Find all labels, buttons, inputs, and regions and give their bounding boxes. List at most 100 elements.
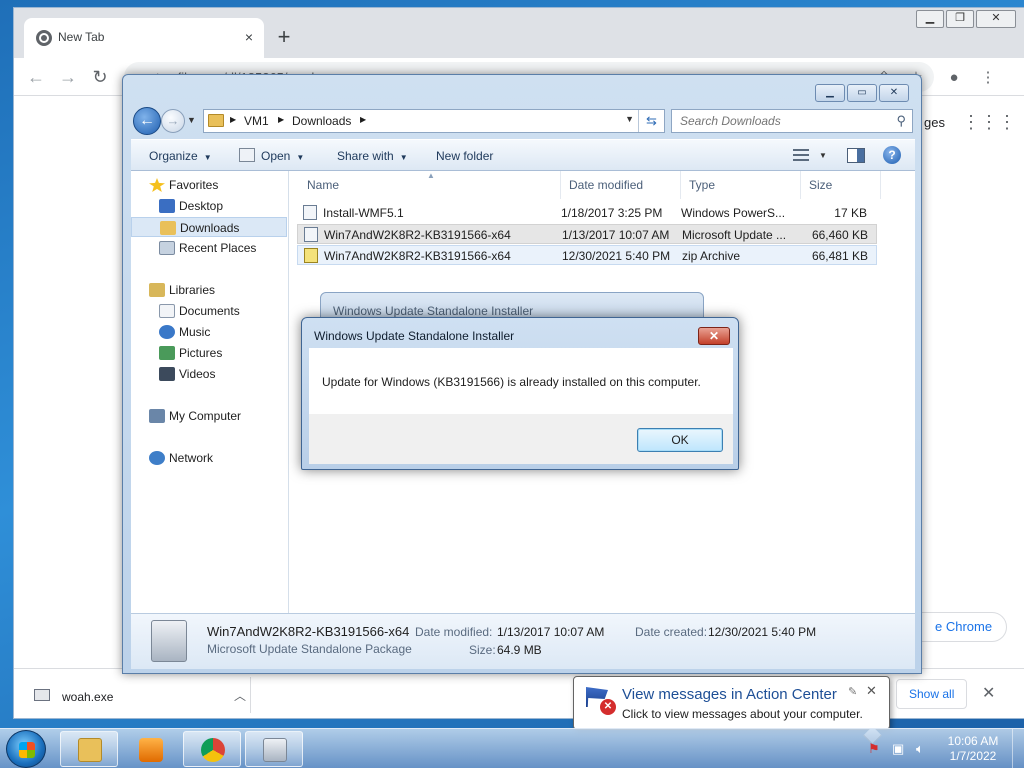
folder-icon bbox=[78, 738, 102, 762]
details-date-modified-label: Date modified: bbox=[415, 625, 493, 639]
volume-tray-icon[interactable]: 🔈︎ bbox=[916, 741, 924, 757]
media-player-icon bbox=[139, 738, 163, 762]
nav-videos[interactable]: Videos bbox=[157, 364, 215, 384]
forward-icon[interactable]: → bbox=[56, 66, 80, 90]
music-note-icon bbox=[159, 325, 175, 339]
taskbar-installer-button[interactable] bbox=[245, 731, 303, 767]
star-icon bbox=[149, 178, 165, 192]
menu-kebab-icon[interactable]: ⋮ bbox=[978, 68, 998, 88]
address-dropdown-icon[interactable]: ▼ bbox=[625, 114, 634, 124]
open-button[interactable]: Open ▼ bbox=[261, 149, 304, 163]
navigation-pane: Favorites Desktop Downloads Recent Place… bbox=[131, 171, 289, 613]
taskbar-clock[interactable]: 10:06 AM 1/7/2022 bbox=[940, 734, 1006, 764]
notification-title[interactable]: View messages in Action Center bbox=[622, 686, 837, 703]
dialog-message: Update for Windows (KB3191566) is alread… bbox=[322, 375, 701, 389]
notification-close-icon[interactable]: ✕ bbox=[866, 683, 877, 699]
new-folder-button[interactable]: New folder bbox=[436, 149, 493, 163]
download-item[interactable]: woah.exe ︿ bbox=[28, 679, 250, 711]
chrome-icon bbox=[201, 738, 225, 762]
nav-downloads[interactable]: Downloads bbox=[131, 217, 287, 237]
breadcrumb-vm1[interactable]: VM1 bbox=[244, 114, 269, 128]
column-header-type[interactable]: Type bbox=[681, 171, 801, 199]
search-input[interactable] bbox=[672, 110, 882, 132]
refresh-icon[interactable]: ⇆ bbox=[638, 110, 664, 132]
file-date: 1/13/2017 10:07 AM bbox=[562, 228, 670, 242]
help-icon[interactable]: ? bbox=[883, 146, 901, 164]
installer-window-title: Windows Update Standalone Installer bbox=[333, 304, 534, 318]
command-bar: Organize ▼ Open ▼ Share with ▼ New folder ▼… bbox=[131, 139, 915, 171]
network-tray-icon[interactable]: ▣ bbox=[892, 741, 904, 757]
explorer-address-bar[interactable]: ▶ VM1 ▶ Downloads ▶ ▼ ⇆ bbox=[203, 109, 665, 133]
dialog-title: Windows Update Standalone Installer bbox=[314, 329, 515, 343]
nav-pictures[interactable]: Pictures bbox=[157, 343, 222, 363]
show-desktop-button[interactable] bbox=[1012, 729, 1024, 768]
dialog-body: Update for Windows (KB3191566) is alread… bbox=[309, 348, 733, 414]
views-dropdown-icon[interactable]: ▼ bbox=[819, 151, 827, 160]
preview-pane-icon[interactable] bbox=[847, 148, 865, 163]
action-center-tray-icon[interactable]: ⚑ bbox=[868, 741, 880, 757]
column-header-date-modified[interactable]: Date modified bbox=[561, 171, 681, 199]
clock-date: 1/7/2022 bbox=[949, 749, 997, 763]
nav-music[interactable]: Music bbox=[157, 322, 210, 342]
nav-recent-places[interactable]: Recent Places bbox=[157, 238, 256, 258]
back-icon[interactable]: ← bbox=[24, 66, 48, 90]
minimize-button[interactable]: ▁ bbox=[916, 10, 944, 28]
new-tab-button[interactable]: + bbox=[270, 24, 298, 52]
nav-libraries[interactable]: Libraries bbox=[147, 280, 215, 300]
back-arrow-icon[interactable]: ← bbox=[133, 107, 161, 135]
recent-pages-dropdown-icon[interactable]: ▼ bbox=[187, 115, 196, 125]
installer-dialog: Windows Update Standalone Installer ✕ Up… bbox=[301, 317, 739, 470]
file-row[interactable]: Install-WMF5.1 1/18/2017 3:25 PM Windows… bbox=[297, 203, 877, 223]
nav-documents[interactable]: Documents bbox=[157, 301, 240, 321]
dialog-close-button[interactable]: ✕ bbox=[698, 327, 730, 345]
chevron-up-icon[interactable]: ︿ bbox=[234, 687, 246, 704]
taskbar-media-player-button[interactable] bbox=[121, 731, 179, 767]
close-download-bar-icon[interactable]: ✕ bbox=[982, 683, 995, 703]
tab-close-icon[interactable]: × bbox=[238, 26, 260, 48]
share-with-button[interactable]: Share with ▼ bbox=[337, 149, 408, 163]
explorer-close-button[interactable]: ✕ bbox=[879, 84, 909, 102]
nav-my-computer[interactable]: My Computer bbox=[147, 406, 241, 426]
error-badge-icon: ✕ bbox=[600, 699, 616, 715]
explorer-minimize-button[interactable]: ▁ bbox=[815, 84, 845, 102]
libraries-icon bbox=[149, 283, 165, 297]
desktop-icon bbox=[159, 199, 175, 213]
breadcrumb-downloads[interactable]: Downloads bbox=[292, 114, 351, 128]
nav-desktop[interactable]: Desktop bbox=[157, 196, 223, 216]
file-size: 17 KB bbox=[834, 206, 867, 220]
pin-icon[interactable]: ✎ bbox=[848, 685, 857, 698]
file-row[interactable]: Win7AndW2K8R2-KB3191566-x64 12/30/2021 5… bbox=[297, 245, 877, 265]
profile-avatar-icon[interactable]: ● bbox=[944, 68, 964, 88]
breadcrumb-arrow-icon[interactable]: ▶ bbox=[278, 115, 284, 124]
file-date: 1/18/2017 3:25 PM bbox=[561, 206, 663, 220]
views-icon[interactable] bbox=[793, 149, 809, 161]
close-window-button[interactable]: ✕ bbox=[976, 10, 1016, 28]
ok-button[interactable]: OK bbox=[637, 428, 723, 452]
file-row[interactable]: Win7AndW2K8R2-KB3191566-x64 1/13/2017 10… bbox=[297, 224, 877, 244]
search-box: ⚲ bbox=[671, 109, 913, 133]
action-center-notification[interactable]: ✕ View messages in Action Center Click t… bbox=[573, 676, 890, 730]
start-button[interactable] bbox=[6, 730, 46, 768]
details-date-created-label: Date created: bbox=[635, 625, 708, 639]
organize-button[interactable]: Organize ▼ bbox=[149, 149, 212, 163]
nav-favorites[interactable]: Favorites bbox=[147, 175, 218, 195]
search-icon[interactable]: ⚲ bbox=[896, 113, 906, 129]
ntp-images-link[interactable]: ges bbox=[924, 115, 945, 130]
file-name: Win7AndW2K8R2-KB3191566-x64 bbox=[324, 249, 511, 263]
nav-network[interactable]: Network bbox=[147, 448, 213, 468]
taskbar-explorer-button[interactable] bbox=[60, 731, 118, 767]
taskbar-chrome-button[interactable] bbox=[183, 731, 241, 767]
breadcrumb-arrow-icon[interactable]: ▶ bbox=[360, 115, 366, 124]
column-header-size[interactable]: Size bbox=[801, 171, 881, 199]
show-all-button[interactable]: Show all bbox=[896, 679, 968, 709]
apps-grid-icon[interactable]: ⋮⋮⋮ bbox=[962, 112, 1016, 136]
restore-button[interactable]: ❐ bbox=[946, 10, 974, 28]
breadcrumb-arrow-icon[interactable]: ▶ bbox=[230, 115, 236, 124]
folder-icon bbox=[208, 114, 224, 127]
reload-icon[interactable]: ↻ bbox=[88, 66, 112, 90]
explorer-maximize-button[interactable]: ▭ bbox=[847, 84, 877, 102]
forward-arrow-icon[interactable]: → bbox=[161, 109, 185, 133]
installer-package-icon bbox=[263, 738, 287, 762]
details-date-modified: 1/13/2017 10:07 AM bbox=[497, 625, 605, 639]
tab-new-tab[interactable]: New Tab × bbox=[24, 18, 264, 58]
